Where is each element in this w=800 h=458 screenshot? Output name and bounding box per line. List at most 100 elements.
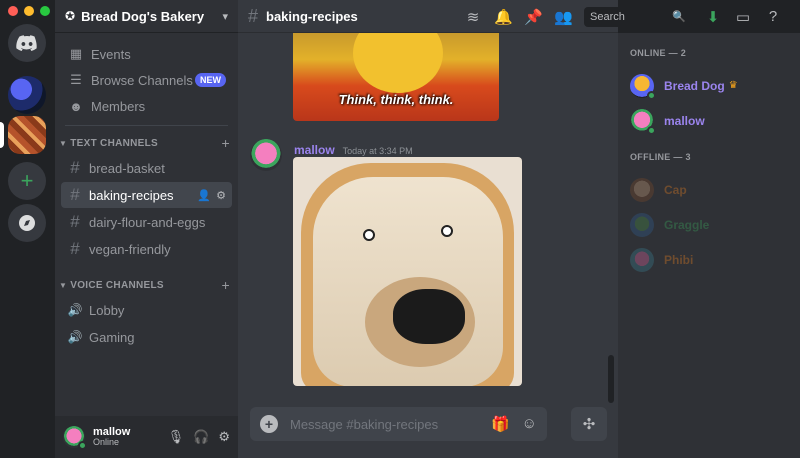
server-icon-1[interactable] xyxy=(8,76,46,114)
message-input[interactable]: Message #baking-recipes xyxy=(290,417,438,432)
image-nose xyxy=(393,289,465,344)
create-channel-icon[interactable]: + xyxy=(222,277,230,293)
nav-item-browse-channels[interactable]: ☰ Browse Channels NEW xyxy=(61,67,232,93)
invite-icon[interactable]: 👤 xyxy=(197,189,211,202)
threads-icon[interactable]: ≋ xyxy=(464,8,482,26)
search-icon: 🔍 xyxy=(672,11,686,23)
attachment-image-bread-dog[interactable] xyxy=(293,157,522,386)
caret-down-icon: ▼ xyxy=(59,138,68,148)
nav-item-label: Members xyxy=(91,98,146,114)
scrollbar[interactable] xyxy=(608,355,614,403)
speaker-icon: 🔊 xyxy=(67,303,83,317)
message-composer[interactable]: + Message #baking-recipes 🎁 ☺ xyxy=(250,407,547,441)
window-controls xyxy=(8,6,50,16)
member-group-offline: OFFLINE — 3 xyxy=(630,152,691,162)
attachment-image-pooh[interactable]: Think, think, think. xyxy=(293,33,499,121)
pin-icon[interactable]: 📌 xyxy=(524,8,543,26)
member-name: Bread Dog xyxy=(664,78,725,93)
hash-icon: # xyxy=(70,212,80,231)
close-window-button[interactable] xyxy=(8,6,18,16)
member-name: Cap xyxy=(664,182,687,197)
category-voice-channels[interactable]: ▼ VOICE CHANNELS + xyxy=(55,274,238,296)
message-author[interactable]: mallow xyxy=(294,143,335,157)
explore-servers-button[interactable] xyxy=(8,204,46,242)
member-list-icon[interactable]: 👥 xyxy=(554,8,573,26)
add-server-button[interactable]: + xyxy=(8,162,46,200)
apps-icon: ✣ xyxy=(582,416,596,433)
crown-icon: ♛ xyxy=(728,80,738,91)
home-button[interactable] xyxy=(8,24,46,62)
member-mallow[interactable]: mallow xyxy=(618,103,800,138)
voice-channel-lobby[interactable]: 🔊 Lobby xyxy=(61,297,232,323)
discord-logo-icon xyxy=(16,35,37,51)
caret-down-icon: ▼ xyxy=(59,280,68,290)
hash-icon: # xyxy=(70,158,80,177)
nav-item-members[interactable]: ☻ Members xyxy=(61,93,232,119)
message-list[interactable]: Think, think, think. mallow Today at 3:3… xyxy=(238,33,618,405)
channel-baking-recipes[interactable]: # baking-recipes 👤 ⚙ xyxy=(61,182,232,208)
channel-label: baking-recipes xyxy=(89,187,174,203)
avatar[interactable] xyxy=(63,426,87,450)
compass-icon xyxy=(19,215,35,231)
guild-header[interactable]: ✪ Bread Dog's Bakery ▾ xyxy=(55,0,238,33)
search-placeholder: Search xyxy=(590,10,625,23)
member-bread-dog[interactable]: Bread Dog ♛ xyxy=(618,68,800,103)
member-name: Phibi xyxy=(664,252,694,267)
message: mallow Today at 3:34 PM xyxy=(250,139,413,171)
chevron-down-icon: ▾ xyxy=(222,10,228,23)
channel-sidebar: ✪ Bread Dog's Bakery ▾ ▦ Events ☰ Browse… xyxy=(55,0,238,458)
microphone-icon[interactable]: 🎙 xyxy=(168,429,185,445)
hash-icon: # xyxy=(70,185,80,204)
channel-dairy-flour-and-eggs[interactable]: # dairy-flour-and-eggs xyxy=(61,209,232,235)
gear-icon[interactable]: ⚙ xyxy=(218,429,230,445)
server-icon-bread-dogs-bakery[interactable] xyxy=(8,116,46,154)
voice-channel-gaming[interactable]: 🔊 Gaming xyxy=(61,324,232,350)
upload-plus-icon[interactable]: + xyxy=(260,415,278,433)
search-input[interactable]: Search 🔍 xyxy=(584,6,692,27)
maximize-window-button[interactable] xyxy=(40,6,50,16)
online-status-icon xyxy=(647,90,656,100)
download-icon[interactable]: ⬇ xyxy=(704,8,722,26)
guild-name: Bread Dog's Bakery xyxy=(81,8,205,24)
nav-item-label: Events xyxy=(91,46,131,62)
channel-vegan-friendly[interactable]: # vegan-friendly xyxy=(61,236,232,262)
category-text-channels[interactable]: ▼ TEXT CHANNELS + xyxy=(55,132,238,154)
headphones-icon[interactable]: 🎧 xyxy=(193,429,209,445)
channel-bread-basket[interactable]: # bread-basket xyxy=(61,155,232,181)
member-name: mallow xyxy=(664,113,705,128)
nav-item-events[interactable]: ▦ Events xyxy=(61,41,232,67)
gear-icon[interactable]: ⚙ xyxy=(216,189,226,202)
avatar xyxy=(630,108,656,135)
hash-icon: # xyxy=(70,239,80,258)
channel-title: baking-recipes xyxy=(266,8,358,24)
member-list: ONLINE — 2 Bread Dog ♛ mallow OFFLINE — … xyxy=(618,33,800,458)
nav-item-label: Browse Channels xyxy=(91,72,193,88)
apps-button[interactable]: ✣ xyxy=(571,407,607,441)
channel-label: dairy-flour-and-eggs xyxy=(89,214,206,230)
divider xyxy=(65,125,228,126)
member-phibi[interactable]: Phibi xyxy=(618,242,800,277)
bell-icon[interactable]: 🔔 xyxy=(494,8,513,26)
member-graggle[interactable]: Graggle xyxy=(618,207,800,242)
member-cap[interactable]: Cap xyxy=(618,172,800,207)
discord-app: + ✪ Bread Dog's Bakery ▾ ▦ Events ☰ Brow… xyxy=(0,0,800,458)
user-status: Online xyxy=(93,437,120,448)
help-icon[interactable]: ? xyxy=(764,8,782,25)
channel-label: vegan-friendly xyxy=(89,241,171,257)
image-eye xyxy=(363,229,375,241)
channel-label: bread-basket xyxy=(89,160,165,176)
avatar[interactable] xyxy=(250,139,282,171)
gift-icon[interactable]: 🎁 xyxy=(491,415,510,433)
create-channel-icon[interactable]: + xyxy=(222,135,230,151)
emoji-icon[interactable]: ☺ xyxy=(522,415,537,433)
members-icon: ☻ xyxy=(69,98,83,114)
message-timestamp: Today at 3:34 PM xyxy=(342,146,413,156)
minimize-window-button[interactable] xyxy=(24,6,34,16)
new-badge: NEW xyxy=(195,73,226,87)
chat-area: # baking-recipes Think, think, think. ma… xyxy=(238,0,618,458)
member-name: Graggle xyxy=(664,217,710,232)
hash-icon: # xyxy=(248,5,259,26)
image-subject xyxy=(353,33,443,93)
browse-icon: ☰ xyxy=(70,72,82,87)
inbox-icon[interactable]: ▭ xyxy=(734,8,752,26)
